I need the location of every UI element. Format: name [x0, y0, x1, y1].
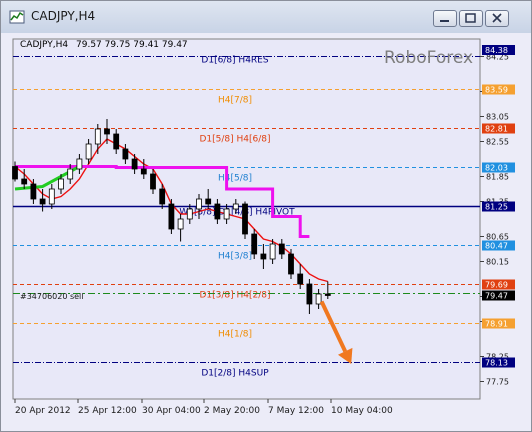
y-tick-label: 83.05	[486, 113, 509, 122]
close-button[interactable]	[485, 10, 509, 27]
broker-watermark: RoboForex	[384, 48, 473, 68]
level-label: H4[3/8]	[218, 252, 252, 262]
price-tag-label: 82.03	[485, 164, 508, 173]
minimize-icon	[440, 20, 449, 22]
minimize-button[interactable]	[433, 10, 457, 27]
close-icon	[492, 13, 502, 23]
maximize-icon	[465, 13, 476, 23]
x-tick-label: 2 May 20:00	[204, 406, 260, 416]
level-label: D1[6/8] H4RES	[201, 56, 268, 66]
title-bar[interactable]: CADJPY,H4	[1, 1, 531, 34]
y-tick-label: 81.85	[486, 173, 509, 182]
level-label: D1[3/8] H4[2/8]	[199, 291, 270, 301]
x-tick-label: 20 Apr 2012	[15, 406, 71, 416]
price-tag-label: 80.47	[485, 242, 508, 251]
y-tick-label: 80.15	[486, 258, 509, 267]
order-label: #34706020 sell	[20, 292, 84, 301]
price-tag-label: 82.81	[485, 125, 508, 134]
chart-ohlc: 79.57 79.75 79.41 79.47	[76, 40, 188, 50]
y-tick-label: 80.65	[486, 233, 509, 242]
chart-app-icon	[9, 10, 25, 24]
price-tag-label: 81.25	[485, 203, 508, 212]
level-label: D1[2/8] H4SUP	[201, 369, 269, 379]
chart-window: CADJPY,H4 D1[6/8] H4RES H4[7/8] D1[5/8] H4…	[0, 0, 532, 432]
level-label: H4[1/8]	[218, 330, 252, 340]
x-tick-label: 25 Apr 12:00	[78, 406, 137, 416]
level-label: D1[5/8] H4[6/8]	[199, 135, 270, 145]
y-tick-label: 77.75	[486, 378, 509, 387]
candle	[168, 199, 175, 234]
last-price-label: 79.47	[485, 292, 508, 301]
candle	[242, 201, 248, 239]
x-tick-label: 10 May 04:00	[331, 406, 393, 416]
price-tag-label: 78.13	[485, 359, 508, 368]
price-tag-label: 78.91	[485, 320, 508, 329]
window-title: CADJPY,H4	[31, 9, 96, 23]
chart-symbol: CADJPY,H4	[20, 40, 68, 50]
x-tick-label: 30 Apr 04:00	[142, 406, 201, 416]
price-tag-label: 79.69	[485, 281, 508, 290]
price-tag-label: 83.59	[485, 86, 508, 95]
price-tag-label: 84.38	[485, 46, 508, 55]
maximize-button[interactable]	[459, 10, 483, 27]
price-chart[interactable]: D1[6/8] H4RES H4[7/8] D1[5/8] H4[6/8] H4[5/…	[1, 33, 531, 431]
y-tick-label: 82.55	[486, 138, 509, 147]
x-tick-label: 7 May 12:00	[268, 406, 324, 416]
level-label: H4[5/8]	[218, 174, 252, 184]
level-label: H4[7/8]	[218, 96, 252, 106]
